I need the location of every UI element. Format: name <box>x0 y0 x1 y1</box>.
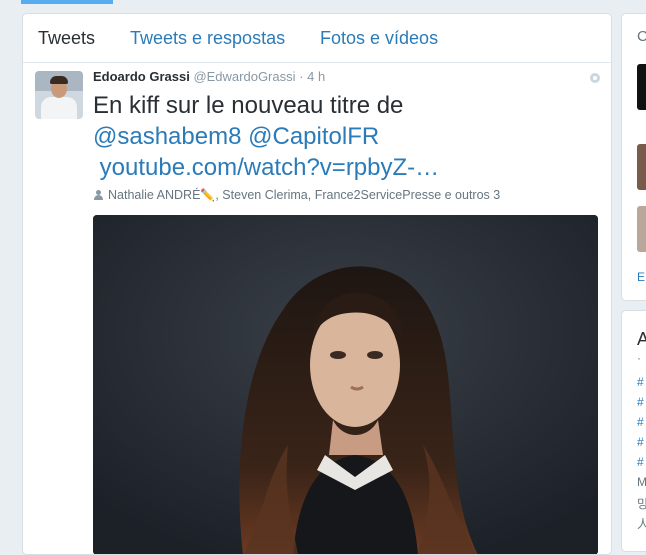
trend-item[interactable]: # <box>637 395 644 409</box>
tab-tweets[interactable]: Tweets <box>38 28 95 49</box>
person-icon <box>93 190 103 200</box>
tab-tweets-and-replies[interactable]: Tweets e respostas <box>130 28 285 49</box>
tweet-context[interactable]: Nathalie ANDRÉ✏️, Steven Clerima, France… <box>93 188 500 202</box>
profile-nav-indicator <box>21 0 113 4</box>
tab-photos-and-videos[interactable]: Fotos e vídeos <box>320 28 438 49</box>
card-link[interactable]: E <box>637 270 645 284</box>
mention-link[interactable]: @sashabem8 <box>93 123 241 150</box>
youtube-link[interactable]: youtube.com/watch?v=rpbyZ-… <box>100 154 439 181</box>
avatar[interactable] <box>35 71 83 119</box>
trends-card: A · # # # # # M 밍 人 <box>621 310 646 552</box>
who-to-follow-card: C E <box>621 13 646 301</box>
tweet-timestamp[interactable]: 4 h <box>307 69 325 84</box>
trend-item[interactable]: # <box>637 375 644 389</box>
trend-item[interactable]: 밍 <box>637 495 646 512</box>
header-separator: · <box>299 69 304 84</box>
suggestion-avatar[interactable] <box>637 64 646 110</box>
portrait-photo <box>93 215 598 554</box>
card-heading: C <box>637 28 646 45</box>
tweet[interactable]: Edoardo Grassi @EdwardoGrassi · 4 h En k… <box>23 63 611 554</box>
trends-heading: A <box>637 329 646 350</box>
context-first-person[interactable]: Nathalie ANDRÉ <box>108 188 200 202</box>
tweet-text: En kiff sur le nouveau titre de @sashabe… <box>93 90 603 183</box>
trends-separator: · <box>637 351 641 365</box>
tweet-author-name[interactable]: Edoardo Grassi <box>93 69 190 84</box>
tweet-more-options-icon[interactable] <box>590 73 600 83</box>
suggestion-avatar[interactable] <box>637 144 646 190</box>
tweet-text-body: En kiff sur le nouveau titre de <box>93 92 404 119</box>
tweet-media-image[interactable] <box>93 215 598 554</box>
suggestion-avatar[interactable] <box>637 206 646 252</box>
tweet-author-username[interactable]: @EdwardoGrassi <box>193 69 295 84</box>
pencil-icon: ✏️ <box>200 188 216 202</box>
trend-item[interactable]: 人 <box>637 515 646 532</box>
mention-link[interactable]: @CapitolFR <box>248 123 379 150</box>
trend-item[interactable]: M <box>637 475 646 489</box>
timeline-card: Tweets Tweets e respostas Fotos e vídeos… <box>22 13 612 555</box>
tweet-header: Edoardo Grassi @EdwardoGrassi · 4 h <box>93 69 325 84</box>
trend-item[interactable]: # <box>637 455 644 469</box>
trend-item[interactable]: # <box>637 435 644 449</box>
context-others[interactable]: , Steven Clerima, France2ServicePresse e… <box>215 188 500 202</box>
trend-item[interactable]: # <box>637 415 644 429</box>
profile-tabs: Tweets Tweets e respostas Fotos e vídeos <box>23 14 611 63</box>
